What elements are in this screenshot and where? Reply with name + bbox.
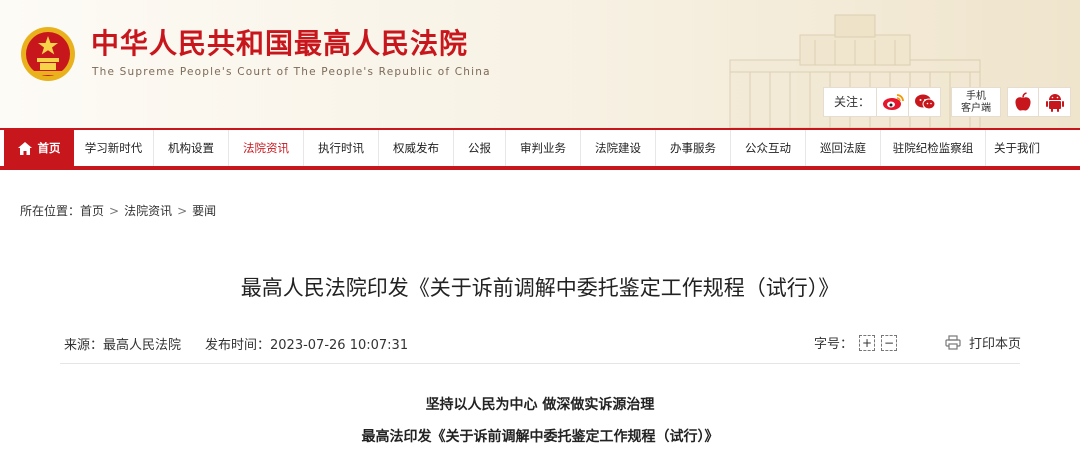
breadcrumb-court-news[interactable]: 法院资讯: [124, 204, 172, 218]
weibo-icon[interactable]: [877, 87, 910, 117]
font-size-label: 字号：: [814, 337, 854, 352]
article-source: 来源：最高人民法院: [64, 338, 182, 353]
printer-icon: [945, 335, 961, 350]
print-button[interactable]: 打印本页: [945, 333, 1021, 352]
nav-item-trial-business[interactable]: 审判业务: [506, 130, 581, 166]
mobile-label-line2: 客户端: [961, 103, 992, 114]
nav-item-services[interactable]: 办事服务: [656, 130, 731, 166]
main-nav: 首页 学习新时代 机构设置 法院资讯 执行时讯 权威发布 公报 审判业务 法院建…: [0, 128, 1080, 170]
follow-bar: 关注： 手机 客户端: [823, 86, 1072, 118]
nav-item-home[interactable]: 首页: [4, 130, 74, 166]
home-icon: [17, 141, 32, 155]
apple-icon[interactable]: [1007, 87, 1040, 117]
follow-label: 关注：: [823, 87, 878, 117]
article-tools: 字号： + − 打印本页: [814, 333, 1021, 352]
breadcrumb: 所在位置：首页 > 法院资讯 > 要闻: [20, 202, 216, 219]
nav-home-label: 首页: [37, 141, 61, 155]
font-decrease-button[interactable]: −: [881, 334, 898, 351]
site-title[interactable]: 中华人民共和国最高人民法院: [91, 27, 468, 61]
nav-item-interaction[interactable]: 公众互动: [731, 130, 806, 166]
article-published-time: 发布时间：2023-07-26 10:07:31: [205, 338, 409, 353]
font-increase-button[interactable]: +: [859, 334, 876, 351]
site-header: 中华人民共和国最高人民法院 The Supreme People's Court…: [0, 0, 1080, 128]
mobile-client-button[interactable]: 手机 客户端: [951, 87, 1002, 117]
breadcrumb-prefix: 所在位置：: [20, 204, 81, 218]
breadcrumb-separator: >: [177, 204, 188, 218]
nav-item-circuit-courts[interactable]: 巡回法庭: [806, 130, 881, 166]
nav-item-about-us[interactable]: 关于我们: [986, 130, 1048, 166]
android-icon[interactable]: [1039, 87, 1072, 117]
nav-item-releases[interactable]: 权威发布: [379, 130, 454, 166]
nav-item-organization[interactable]: 机构设置: [154, 130, 229, 166]
breadcrumb-headlines[interactable]: 要闻: [192, 204, 216, 218]
national-emblem-icon: [21, 27, 75, 81]
nav-item-study[interactable]: 学习新时代: [74, 130, 154, 166]
print-label: 打印本页: [969, 337, 1022, 352]
nav-item-gazette[interactable]: 公报: [454, 130, 506, 166]
content-heading-2: 最高法印发《关于诉前调解中委托鉴定工作规程（试行）》: [361, 429, 719, 445]
wechat-icon[interactable]: [909, 87, 942, 117]
nav-item-court-news[interactable]: 法院资讯: [229, 130, 304, 166]
mobile-label-line1: 手机: [966, 91, 987, 102]
site-subtitle: The Supreme People's Court of The People…: [92, 66, 491, 78]
meta-divider: [60, 363, 1020, 364]
nav-item-inspection-group[interactable]: 驻院纪检监察组: [881, 130, 986, 166]
article-title: 最高人民法院印发《关于诉前调解中委托鉴定工作规程（试行）》: [240, 276, 840, 300]
content-heading-1: 坚持以人民为中心 做深做实诉源治理: [425, 397, 655, 413]
nav-item-court-building[interactable]: 法院建设: [581, 130, 656, 166]
breadcrumb-home[interactable]: 首页: [80, 204, 104, 218]
breadcrumb-separator: >: [109, 204, 120, 218]
article-meta: 来源：最高人民法院 发布时间：2023-07-26 10:07:31: [64, 334, 408, 353]
nav-item-enforcement-news[interactable]: 执行时讯: [304, 130, 379, 166]
